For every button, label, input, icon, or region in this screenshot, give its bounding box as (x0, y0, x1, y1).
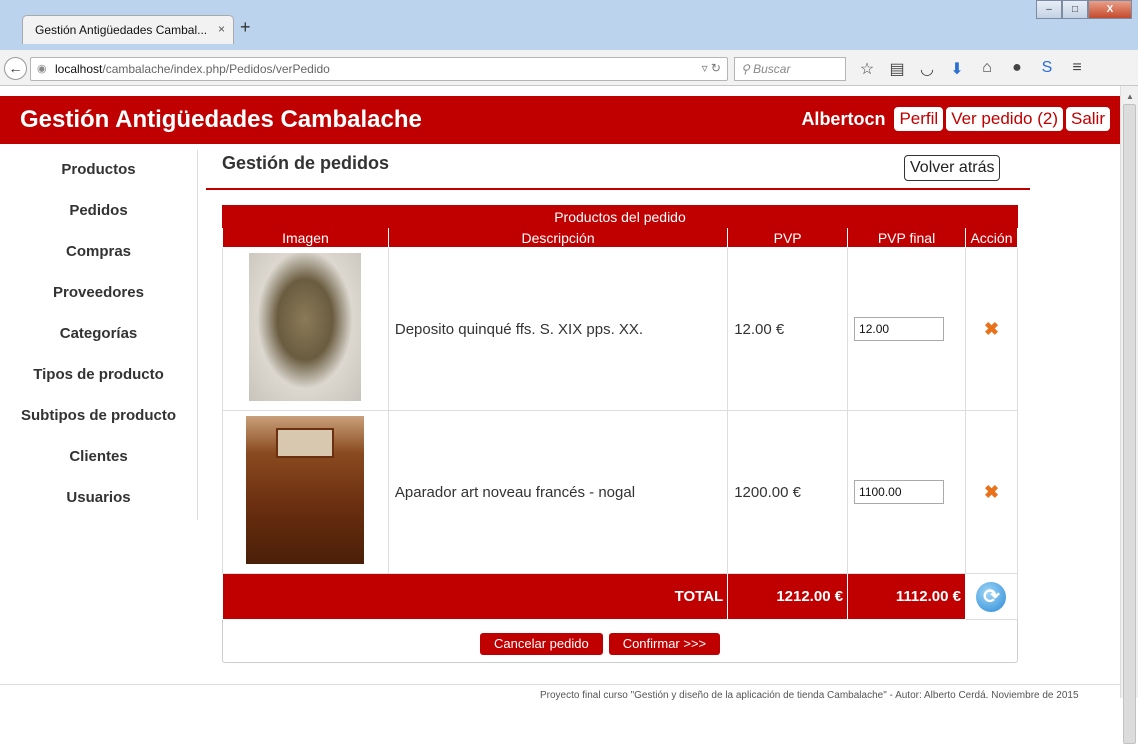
close-window-button[interactable]: X (1088, 0, 1132, 19)
product-description: Aparador art noveau francés - nogal (387, 410, 729, 574)
home-icon[interactable]: ⌂ (978, 59, 996, 79)
sidebar-item-compras[interactable]: Compras (0, 232, 197, 273)
confirm-order-button[interactable]: Confirmar >>> (608, 633, 721, 655)
sidebar-item-subtipos[interactable]: Subtipos de producto (0, 396, 197, 437)
url-bar[interactable]: ◉ localhost/cambalache/index.php/Pedidos… (30, 57, 728, 81)
user-area: Albertocn Perfil Ver pedido (2) Salir (801, 107, 1110, 131)
product-final-price-cell (847, 410, 966, 574)
url-host: localhost (55, 62, 103, 76)
delete-icon[interactable]: ✖ (984, 482, 999, 502)
action-cell: ✖ (964, 247, 1019, 411)
menu-icon[interactable]: ≡ (1068, 59, 1086, 79)
delete-icon[interactable]: ✖ (984, 319, 999, 339)
minimize-button[interactable]: – (1036, 0, 1062, 19)
product-description: Deposito quinqué ffs. S. XIX pps. XX. (387, 247, 729, 411)
view-order-button[interactable]: Ver pedido (2) (946, 107, 1063, 131)
total-label: TOTAL (221, 573, 729, 620)
product-image-vase (249, 253, 362, 401)
search-placeholder: Buscar (753, 62, 791, 76)
logout-button[interactable]: Salir (1065, 107, 1110, 131)
search-input[interactable]: ⚲ Buscar (734, 57, 846, 81)
pocket-icon[interactable]: ◡ (918, 59, 936, 79)
download-icon[interactable]: ⬇ (948, 59, 966, 79)
order-table-panel: Productos del pedido Imagen Descripción … (221, 205, 1019, 663)
dresser-mirror (276, 428, 335, 458)
table-caption: Productos del pedido (222, 205, 1018, 228)
refresh-icon[interactable]: ⟳ (976, 581, 1007, 612)
footer-divider (0, 684, 1120, 685)
back-button[interactable]: Volver atrás (904, 155, 1001, 181)
table-row: Aparador art noveau francés - nogal 1200… (222, 410, 1019, 574)
product-image-dresser (246, 416, 365, 564)
cancel-order-button[interactable]: Cancelar pedido (480, 633, 603, 655)
sidebar: Productos Pedidos Compras Proveedores Ca… (0, 150, 198, 520)
profile-button[interactable]: Perfil (894, 107, 944, 131)
maximize-button[interactable]: □ (1062, 0, 1088, 19)
product-image-cell (222, 247, 389, 411)
chat-icon[interactable]: ● (1008, 59, 1026, 79)
action-cell: ✖ (964, 410, 1019, 574)
sidebar-item-proveedores[interactable]: Proveedores (0, 273, 197, 314)
column-header-description: Descripción (387, 227, 729, 248)
reading-list-icon[interactable]: ▤ (888, 59, 906, 79)
sidebar-item-tipos[interactable]: Tipos de producto (0, 355, 197, 396)
page-scrollbar[interactable]: ▲ (1120, 86, 1138, 744)
final-price-input[interactable] (854, 317, 945, 341)
scroll-up-icon[interactable]: ▲ (1126, 92, 1134, 101)
sidebar-item-clientes[interactable]: Clientes (0, 437, 197, 478)
product-pvp: 12.00 € (727, 247, 849, 411)
browser-toolbar: ☆ ▤ ◡ ⬇ ⌂ ● S ≡ (858, 59, 1086, 79)
site-title: Gestión Antigüedades Cambalache (20, 106, 422, 133)
star-icon[interactable]: ☆ (858, 59, 876, 79)
search-icon: ⚲ (741, 62, 754, 76)
browser-back-button[interactable]: ← (4, 57, 27, 80)
column-header-image: Imagen (222, 227, 389, 248)
final-price-input[interactable] (854, 480, 945, 504)
browser-navbar: ← ◉ localhost/cambalache/index.php/Pedid… (0, 50, 1138, 86)
username: Albertocn (801, 108, 886, 129)
window-controls: – □ X (1036, 0, 1132, 19)
new-tab-button[interactable]: + (240, 17, 251, 38)
total-pvp: 1212.00 € (727, 573, 849, 620)
product-pvp: 1200.00 € (727, 410, 849, 574)
order-table: Productos del pedido Imagen Descripción … (221, 205, 1019, 620)
tab-title: Gestión Antigüedades Cambal... (35, 23, 208, 37)
page-title: Gestión de pedidos (222, 153, 390, 173)
reload-icon[interactable]: ▿ ↻ (702, 61, 721, 75)
product-final-price-cell (847, 247, 966, 411)
total-row: TOTAL 1212.00 € 1112.00 € ⟳ (221, 573, 1019, 620)
browser-tab[interactable]: Gestión Antigüedades Cambal... × (22, 15, 234, 44)
title-divider (206, 188, 1030, 190)
browser-titlebar: Gestión Antigüedades Cambal... × + – □ X (0, 0, 1138, 50)
footer-text: Proyecto final curso "Gestión y diseño d… (540, 690, 1079, 701)
total-final: 1112.00 € (847, 573, 966, 620)
sidebar-item-usuarios[interactable]: Usuarios (0, 478, 197, 519)
refresh-cell: ⟳ (964, 573, 1019, 620)
product-image-cell (222, 410, 389, 574)
url-path: /cambalache/index.php/Pedidos/verPedido (102, 62, 330, 76)
sidebar-item-pedidos[interactable]: Pedidos (0, 191, 197, 232)
sync-icon[interactable]: S (1038, 59, 1056, 79)
table-row: Deposito quinqué ffs. S. XIX pps. XX. 12… (222, 247, 1019, 411)
table-header-row: Imagen Descripción PVP PVP final Acción (222, 227, 1019, 248)
column-header-pvp-final: PVP final (847, 227, 966, 248)
order-actions: Cancelar pedido Confirmar >>> (480, 633, 721, 655)
site-header: Gestión Antigüedades Cambalache Albertoc… (0, 96, 1120, 144)
column-header-pvp: PVP (727, 227, 849, 248)
tab-close-icon[interactable]: × (218, 22, 225, 36)
scroll-thumb[interactable] (1123, 104, 1136, 744)
sidebar-item-productos[interactable]: Productos (0, 150, 197, 191)
sidebar-item-categorias[interactable]: Categorías (0, 314, 197, 355)
globe-icon: ◉ (37, 63, 47, 75)
column-header-action: Acción (964, 227, 1019, 248)
